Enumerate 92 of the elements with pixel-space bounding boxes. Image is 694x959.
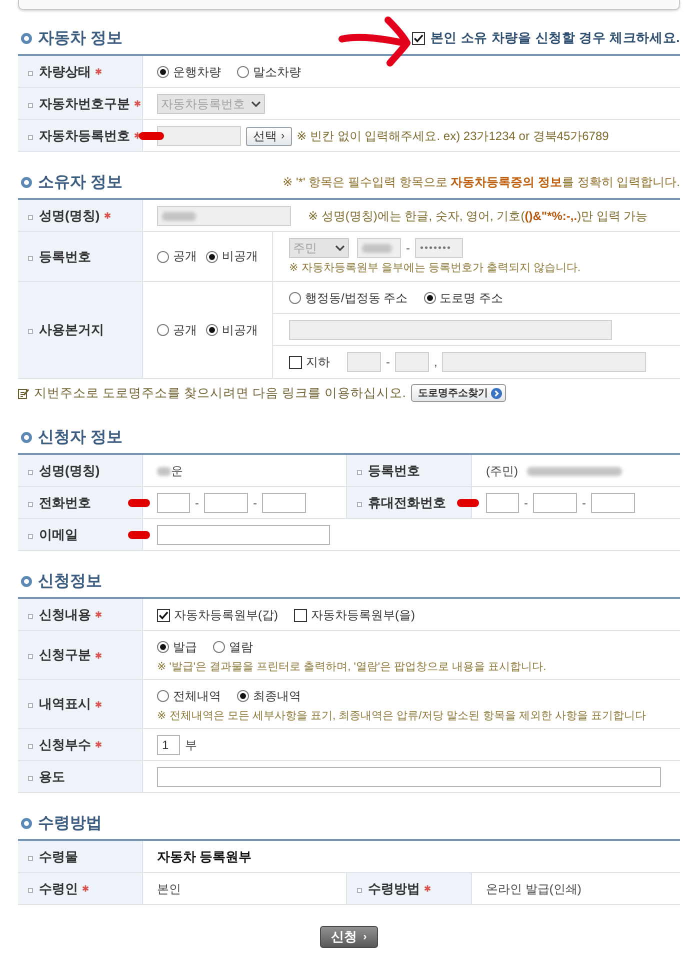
memo-icon [18, 388, 29, 398]
section-title: 자동차 정보 [38, 28, 122, 48]
road-address-search-button[interactable]: 도로명주소찾기 [410, 384, 506, 402]
field-label: 수령방법 [368, 880, 420, 898]
checkbox-option[interactable]: 자동차등록원부(을) [294, 606, 415, 624]
bullet-icon [28, 102, 33, 108]
ring-icon [21, 432, 32, 442]
bullet-icon [28, 654, 33, 659]
field-label: 내역표시 [39, 695, 91, 713]
bullet-icon [28, 70, 33, 76]
chevron-down-icon [335, 245, 345, 251]
chevron-down-icon [251, 101, 261, 107]
field-label: 성명(명칭) [39, 206, 100, 224]
value-text: 자동차 등록원부 [157, 848, 252, 866]
separator-text: - [195, 496, 199, 510]
note-text: ※ 빈칸 없이 입력해주세요. ex) 23가1234 or 경북45가6789 [296, 128, 609, 144]
bullet-icon [28, 470, 33, 474]
section-title: 소유자 정보 [38, 172, 122, 192]
separator-text: - [253, 496, 257, 510]
bullet-icon [28, 776, 33, 780]
field-label: 등록번호 [39, 248, 91, 266]
section-title: 수령방법 [38, 814, 102, 834]
bullet-icon [28, 329, 33, 334]
value-text: 본인 [157, 880, 181, 898]
separator-text: - [406, 241, 410, 255]
owner-checkbox-option[interactable]: 본인 소유 차량을 신청할 경우 체크하세요. [412, 29, 680, 47]
note-text: ※ 전체내역은 모든 세부사항을 표기, 최종내역은 압류/저당 말소된 항목을 제외한 사항을 표기합니다 [157, 709, 647, 723]
value-text: 운 [171, 462, 183, 480]
bullet-icon [357, 888, 362, 892]
bullet-icon [357, 502, 362, 506]
ring-icon [21, 576, 32, 586]
ring-icon [21, 176, 32, 188]
field-label: 수령물 [39, 848, 78, 866]
separator-text: - [386, 355, 390, 369]
field-label: 용도 [39, 768, 65, 786]
field-label: 사용본거지 [39, 321, 104, 339]
field-label: 수령인 [39, 880, 78, 898]
field-label: 자동차번호구분 [39, 94, 130, 112]
input-field[interactable] [157, 767, 661, 787]
ring-icon [21, 818, 32, 828]
bullet-icon [28, 703, 33, 708]
value-text: (주민) [486, 462, 518, 480]
field-label: 자동차등록번호 [39, 126, 130, 144]
bullet-icon [28, 256, 33, 260]
input-field[interactable] [533, 493, 577, 513]
bullet-icon [28, 744, 33, 748]
radio-option[interactable]: 말소차량 [237, 64, 301, 80]
field-label: 이메일 [39, 526, 78, 544]
input-field[interactable] [157, 525, 330, 545]
section-title: 신청정보 [38, 572, 102, 592]
bullet-icon [28, 214, 33, 220]
field-label: 신청내용 [39, 606, 91, 624]
input-field[interactable] [591, 493, 635, 513]
field-label: 등록번호 [368, 462, 420, 480]
radio-option[interactable]: 운행차량 [157, 64, 221, 80]
input-field[interactable] [486, 493, 519, 513]
input-field[interactable] [262, 493, 306, 513]
input-field[interactable] [204, 493, 248, 513]
section-title: 신청자 정보 [38, 428, 122, 448]
bullet-icon [357, 470, 362, 474]
arrow-circle-icon [490, 388, 502, 398]
field-label: 신청부수 [39, 736, 91, 754]
input-field[interactable]: 1 [157, 735, 180, 755]
note-text: ※ '발급'은 결과물을 프린터로 출력하며, '열람'은 팝업창으로 내용을 표시합니다. [157, 660, 548, 674]
note-text: ※ 성명(명칭)에는 한글, 숫자, 영어, 기호(()&"*%:-,.)만 입력 가능 [308, 208, 648, 224]
input-field[interactable] [157, 493, 190, 513]
notice-text: ※ '*' 항목은 필수입력 항목으로 자동차등록증의 정보를 정확히 입력합니다. [282, 174, 680, 190]
radio-option[interactable]: 최종내역 [237, 688, 301, 704]
field-label: 전화번호 [39, 494, 91, 512]
field-label: 신청구분 [39, 646, 91, 664]
bullet-icon [28, 134, 33, 140]
value-text: 온라인 발급(인쇄) [486, 880, 582, 898]
hint-text: 지번주소로 도로명주소를 찾으시려면 다음 링크를 이용하십시오. [34, 384, 406, 402]
bullet-icon [28, 614, 33, 618]
radio-option[interactable]: 전체내역 [157, 688, 221, 704]
separator-text: , [434, 355, 438, 369]
bullet-icon [28, 502, 33, 506]
bullet-icon [28, 534, 33, 538]
bullet-icon [28, 856, 33, 860]
field-label: 휴대전화번호 [368, 494, 446, 512]
field-label: 성명(명칭) [39, 462, 100, 480]
bullet-icon [28, 888, 33, 892]
unit-text: 부 [185, 736, 197, 754]
note-text: ※ 자동차등록원부 을부에는 등록번호가 출력되지 않습니다. [289, 261, 582, 275]
separator-text: - [524, 496, 528, 510]
ring-icon [21, 32, 32, 44]
radio-option[interactable]: 발급 [157, 638, 197, 656]
separator-text: - [582, 496, 586, 510]
checkbox-option[interactable]: 자동차등록원부(갑) [157, 606, 278, 624]
submit-button[interactable]: 신청 › [320, 926, 378, 948]
field-label: 차량상태 [39, 62, 91, 80]
radio-option[interactable]: 열람 [213, 638, 253, 656]
